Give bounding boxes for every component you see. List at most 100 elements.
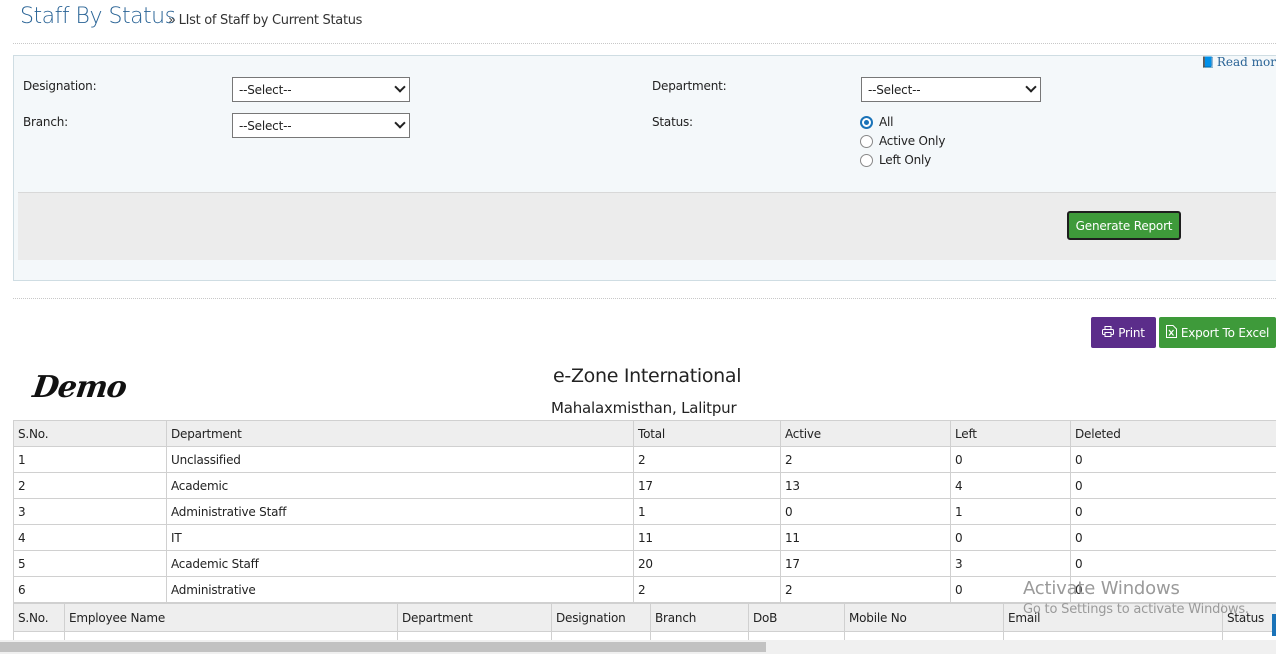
table-cell: 0 bbox=[1070, 472, 1276, 499]
column-header: Branch bbox=[650, 603, 749, 632]
scroll-indicator bbox=[1272, 614, 1276, 636]
table-row: 3 Administrative Staff 1 0 1 0 bbox=[13, 498, 1276, 525]
table-cell: 17 bbox=[780, 550, 951, 577]
designation-select-value: --Select-- bbox=[239, 83, 292, 97]
table-cell: 4 bbox=[950, 472, 1071, 499]
chevron-down-icon bbox=[394, 81, 406, 93]
branch-label: Branch: bbox=[23, 115, 68, 129]
branch-select[interactable]: --Select-- bbox=[232, 113, 410, 138]
column-header: S.No. bbox=[13, 420, 167, 447]
table-cell: 1 bbox=[633, 498, 781, 525]
table-header-row: S.No. Department Total Active Left Delet… bbox=[13, 420, 1276, 447]
divider bbox=[13, 298, 1276, 299]
column-header: Deleted bbox=[1070, 420, 1276, 447]
radio-unselected-icon[interactable] bbox=[860, 153, 873, 167]
export-excel-button-label: Export To Excel bbox=[1180, 325, 1270, 340]
table-cell: 2 bbox=[780, 446, 951, 473]
table-cell: 2 bbox=[633, 446, 781, 473]
table-row: 1 Unclassified 2 2 0 0 bbox=[13, 446, 1276, 473]
table-cell: Unclassified bbox=[166, 446, 634, 473]
branch-select-value: --Select-- bbox=[239, 119, 292, 133]
table-cell: Administrative Staff bbox=[166, 498, 634, 525]
table-cell: 6 bbox=[13, 576, 167, 603]
table-cell: 0 bbox=[950, 446, 1071, 473]
table-cell: 0 bbox=[1070, 550, 1276, 577]
double-chevron-right-icon: » bbox=[168, 13, 176, 28]
organization-name: e-Zone International bbox=[553, 365, 742, 387]
table-cell: 3 bbox=[950, 550, 1071, 577]
scrollbar-thumb[interactable] bbox=[0, 642, 766, 652]
table-cell: 13 bbox=[780, 472, 951, 499]
table-cell: 0 bbox=[1070, 498, 1276, 525]
department-label: Department: bbox=[652, 79, 727, 93]
column-header: Left bbox=[950, 420, 1071, 447]
column-header: Mobile No bbox=[844, 603, 1004, 632]
table-cell: 2 bbox=[780, 576, 951, 603]
company-logo: Demo bbox=[30, 370, 129, 405]
table-header-row: S.No. Employee Name Department Designati… bbox=[13, 603, 1276, 632]
radio-unselected-icon[interactable] bbox=[860, 134, 873, 148]
export-excel-button[interactable]: Export To Excel bbox=[1159, 317, 1276, 348]
column-header: Designation bbox=[551, 603, 651, 632]
status-radio-left-label: Left Only bbox=[879, 153, 932, 167]
table-cell: 1 bbox=[950, 498, 1071, 525]
divider bbox=[13, 43, 1276, 44]
table-row: 5 Academic Staff 20 17 3 0 bbox=[13, 550, 1276, 577]
table-cell: IT bbox=[166, 524, 634, 551]
column-header: Active bbox=[780, 420, 951, 447]
table-cell: 11 bbox=[633, 524, 781, 551]
table-row: 6 Administrative 2 2 0 0 bbox=[13, 576, 1276, 603]
table-cell: Academic Staff bbox=[166, 550, 634, 577]
column-header: Status bbox=[1222, 603, 1276, 632]
table-cell: Administrative bbox=[166, 576, 634, 603]
chevron-down-icon bbox=[394, 117, 406, 129]
table-cell: 1 bbox=[13, 446, 167, 473]
table-cell: 4 bbox=[13, 524, 167, 551]
table-cell: 11 bbox=[780, 524, 951, 551]
generate-report-button[interactable]: Generate Report bbox=[1067, 211, 1181, 240]
column-header: DoB bbox=[748, 603, 845, 632]
detail-table: S.No. Employee Name Department Designati… bbox=[13, 603, 1276, 643]
excel-file-icon bbox=[1165, 324, 1177, 341]
table-cell: Academic bbox=[166, 472, 634, 499]
designation-label: Designation: bbox=[23, 79, 97, 93]
table-cell: 0 bbox=[1070, 446, 1276, 473]
status-radio-active-label: Active Only bbox=[879, 134, 946, 148]
chevron-down-icon bbox=[1025, 81, 1037, 93]
status-radio-all[interactable]: All bbox=[860, 115, 893, 129]
table-cell: 2 bbox=[633, 576, 781, 603]
designation-select[interactable]: --Select-- bbox=[232, 77, 410, 102]
table-cell: 20 bbox=[633, 550, 781, 577]
print-button-label: Print bbox=[1118, 325, 1145, 340]
column-header: Total bbox=[633, 420, 781, 447]
table-cell: 0 bbox=[1070, 524, 1276, 551]
column-header: Department bbox=[166, 420, 634, 447]
read-more-link[interactable]: 📘 Read mor bbox=[1201, 55, 1276, 69]
status-radio-left[interactable]: Left Only bbox=[860, 153, 931, 167]
summary-table: S.No. Department Total Active Left Delet… bbox=[13, 420, 1276, 603]
department-select-value: --Select-- bbox=[868, 83, 921, 97]
department-select[interactable]: --Select-- bbox=[861, 77, 1041, 102]
read-more-label: Read mor bbox=[1216, 55, 1276, 69]
page-title: Staff By Status bbox=[20, 4, 176, 29]
horizontal-scrollbar[interactable] bbox=[0, 640, 1276, 654]
page-subtitle-text: LIst of Staff by Current Status bbox=[178, 13, 363, 28]
column-header: Department bbox=[397, 603, 552, 632]
table-cell: 5 bbox=[13, 550, 167, 577]
status-label: Status: bbox=[652, 115, 693, 129]
column-header: Email bbox=[1003, 603, 1223, 632]
table-row: 4 IT 11 11 0 0 bbox=[13, 524, 1276, 551]
radio-selected-icon[interactable] bbox=[860, 115, 873, 129]
table-row: 2 Academic 17 13 4 0 bbox=[13, 472, 1276, 499]
table-cell: 0 bbox=[950, 524, 1071, 551]
print-button[interactable]: Print bbox=[1091, 317, 1156, 348]
table-cell: 0 bbox=[780, 498, 951, 525]
table-cell: 2 bbox=[13, 472, 167, 499]
table-cell: 17 bbox=[633, 472, 781, 499]
table-cell: 0 bbox=[950, 576, 1071, 603]
status-radio-all-label: All bbox=[879, 115, 894, 129]
printer-icon bbox=[1102, 325, 1115, 340]
column-header: S.No. bbox=[13, 603, 65, 632]
status-radio-active[interactable]: Active Only bbox=[860, 134, 945, 148]
table-cell: 0 bbox=[1070, 576, 1276, 603]
